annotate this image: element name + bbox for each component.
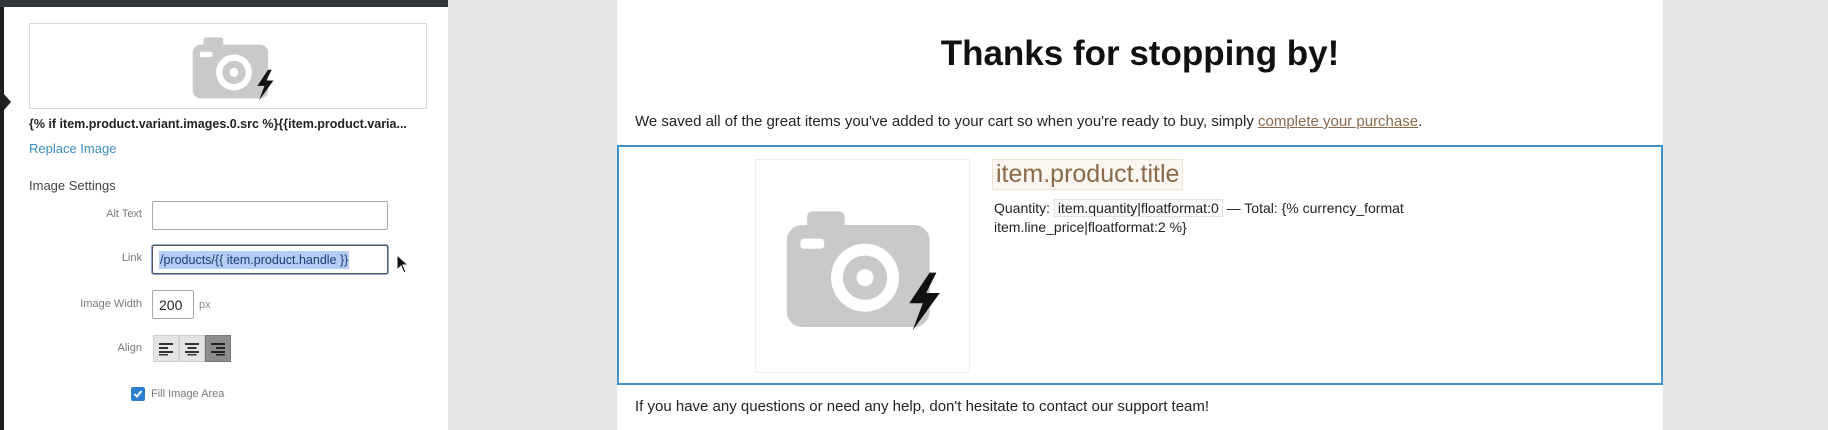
mouse-pointer-icon [396,254,410,274]
image-source-liquid: {% if item.product.variant.images.0.src … [29,117,407,131]
fill-image-area-checkbox[interactable] [131,387,145,401]
alt-text-label: Alt Text [106,208,142,220]
email-footer-text[interactable]: If you have any questions or need any he… [635,398,1209,415]
link-label: Link [121,252,142,264]
align-label: Align [117,342,142,354]
email-intro-text[interactable]: We saved all of the great items you've a… [635,113,1422,130]
link-input-selected-text: /products/{{ item.product.handle }} [159,250,350,269]
panel-top-bar [0,0,448,7]
product-details: Quantity: item.quantity|floatformat:0 — … [994,199,1494,237]
camera-flash-icon [786,211,940,331]
image-width-input[interactable]: 200 [152,290,194,319]
image-settings-heading: Image Settings [29,178,116,193]
product-image[interactable] [755,159,970,373]
replace-image-link[interactable]: Replace Image [29,141,116,156]
align-right-button[interactable] [205,335,231,362]
image-width-label: Image Width [80,298,142,310]
align-right-icon [211,342,225,355]
quantity-label: Quantity: [994,200,1054,216]
panel-left-edge [0,7,4,430]
fill-image-area-row: Fill Image Area [131,387,224,401]
intro-text: We saved all of the great items you've a… [635,113,1258,130]
align-center-icon [185,342,199,355]
align-button-group [153,335,231,362]
email-preview: Thanks for stopping by! We saved all of … [617,0,1663,430]
quantity-value: item.quantity|floatformat:0 [1053,199,1223,217]
image-settings-panel: {% if item.product.variant.images.0.src … [0,0,448,430]
intro-end: . [1418,113,1423,130]
checkmark-icon [133,390,143,398]
cart-product-block[interactable]: item.product.title Quantity: item.quanti… [617,145,1663,385]
email-heading[interactable]: Thanks for stopping by! [617,34,1663,74]
align-left-button[interactable] [153,335,179,362]
camera-flash-icon [192,37,274,101]
fill-image-area-label: Fill Image Area [151,388,225,400]
complete-purchase-link[interactable]: complete your purchase [1258,113,1418,130]
alt-text-input[interactable] [152,201,388,230]
link-input[interactable]: /products/{{ item.product.handle }} [152,245,388,274]
image-width-unit: px [199,299,211,311]
align-left-icon [159,342,173,355]
align-center-button[interactable] [179,335,205,362]
image-thumbnail[interactable] [29,23,427,109]
product-title[interactable]: item.product.title [992,159,1184,190]
collapse-arrow-icon[interactable] [4,94,11,110]
